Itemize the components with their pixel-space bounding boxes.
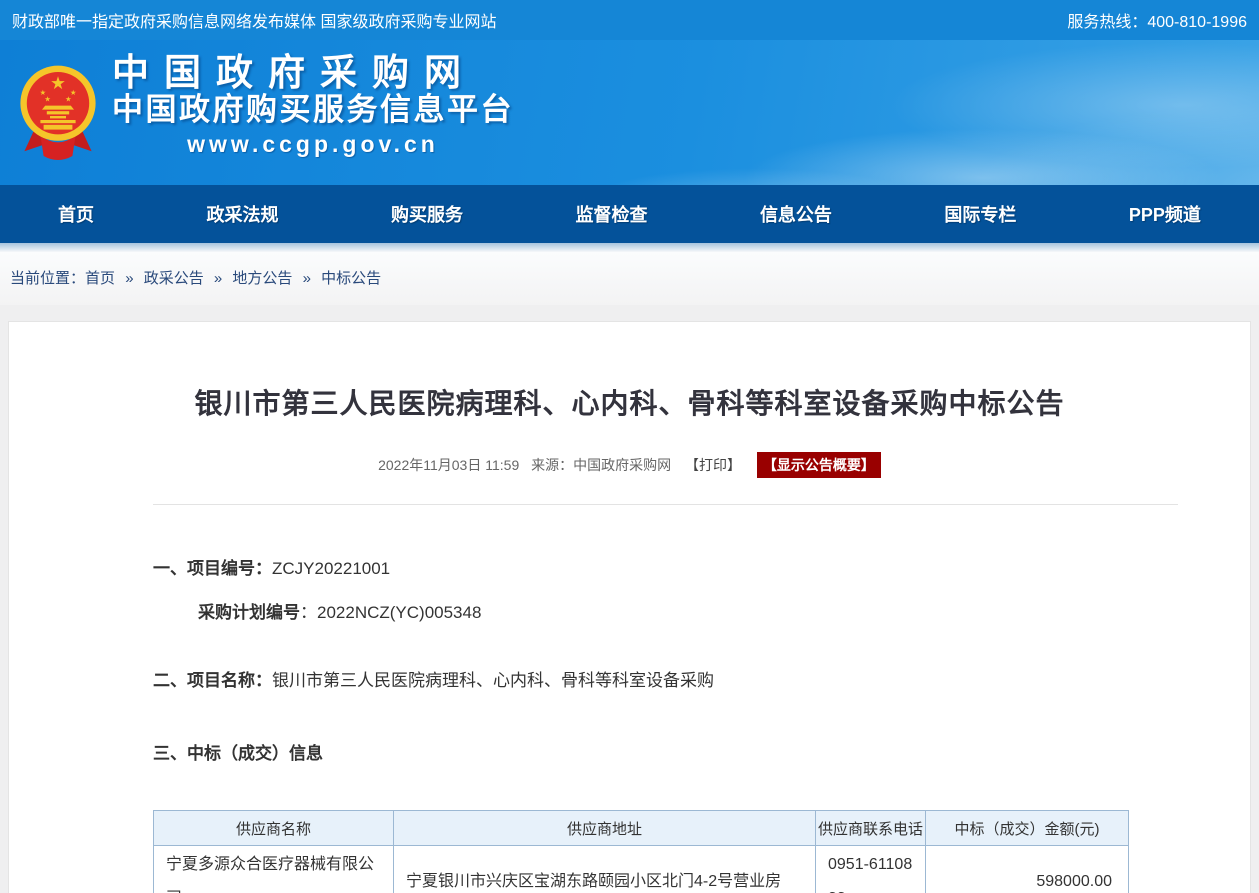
site-slogan: 财政部唯一指定政府采购信息网络发布媒体 国家级政府采购专业网站 [12,8,496,32]
article-panel: 银川市第三人民医院病理科、心内科、骨科等科室设备采购中标公告 2022年11月0… [8,321,1251,893]
header-supplier-name: 供应商名称 [154,811,394,846]
breadcrumb-label: 当前位置： [10,270,85,287]
article-title: 银川市第三人民医院病理科、心内科、骨科等科室设备采购中标公告 [69,382,1190,422]
svg-text:★: ★ [50,73,66,93]
nav-item-home[interactable]: 首页 [58,201,94,227]
award-table: 供应商名称 供应商地址 供应商联系电话 中标（成交）金额(元) 宁夏多源众合医疗… [153,810,1129,893]
header-supplier-phone: 供应商联系电话 [816,811,926,846]
section-project-name: 二、项目名称：银川市第三人民医院病理科、心内科、骨科等科室设备采购 [153,669,1250,693]
nav-item-announcements[interactable]: 信息公告 [760,201,832,227]
plan-number-label: 采购计划编号 [198,603,300,622]
national-emblem-icon: ★ ★ ★ ★ ★ [18,52,98,172]
svg-text:★: ★ [44,95,50,104]
cell-award-amount: 598000.00 [926,846,1129,893]
article-source: 来源：中国政府采购网 [531,457,671,473]
print-button[interactable]: 【打印】 [685,457,741,473]
show-summary-button[interactable]: 【显示公告概要】 [757,452,881,478]
header-award-amount: 中标（成交）金额(元) [926,811,1129,846]
meta-divider [153,504,1178,505]
nav-item-international[interactable]: 国际专栏 [944,201,1016,227]
page-background: 银川市第三人民医院病理科、心内科、骨科等科室设备采购中标公告 2022年11月0… [0,305,1259,893]
article-body: 一、项目编号：ZCJY20221001 采购计划编号：2022NCZ(YC)00… [153,557,1250,766]
project-name-value: 银川市第三人民医院病理科、心内科、骨科等科室设备采购 [272,671,714,690]
nav-item-ppp[interactable]: PPP频道 [1129,201,1201,227]
breadcrumb-local-notices[interactable]: 地方公告 [232,270,292,287]
project-name-label: 二、项目名称： [153,671,272,690]
publish-datetime: 2022年11月03日 11:59 [378,457,519,473]
site-name: 中国政府采购网 [112,52,514,93]
cell-supplier-name: 宁夏多源众合医疗器械有限公司 [154,846,394,893]
svg-text:★: ★ [65,95,71,104]
plan-number-value: ：2022NCZ(YC)005348 [300,603,481,622]
breadcrumb-procurement-notices[interactable]: 政采公告 [144,270,204,287]
site-logo[interactable]: ★ ★ ★ ★ ★ 中国政府采购网 中国政府购买服务信息平台 www.ccgp.… [18,52,514,172]
table-row: 宁夏多源众合医疗器械有限公司 宁夏银川市兴庆区宝湖东路颐园小区北门4-2号营业房… [154,846,1129,893]
service-hotline: 服务热线：400-810-1996 [1067,8,1247,32]
breadcrumb-home[interactable]: 首页 [85,270,115,287]
nav-bottom-gradient [0,243,1259,252]
article-meta: 2022年11月03日 11:59 来源：中国政府采购网 【打印】 【显示公告概… [9,452,1250,478]
cell-supplier-phone: 0951-6110833 [816,846,926,893]
breadcrumb: 当前位置：首页 » 政采公告 » 地方公告 » 中标公告 [0,252,1259,305]
award-table-header-row: 供应商名称 供应商地址 供应商联系电话 中标（成交）金额(元) [154,811,1129,846]
site-banner: ★ ★ ★ ★ ★ 中国政府采购网 中国政府购买服务信息平台 www.ccgp.… [0,40,1259,185]
site-url: www.ccgp.gov.cn [112,131,514,158]
nav-item-supervision[interactable]: 监督检查 [575,201,647,227]
breadcrumb-separator: » [214,270,222,287]
top-utility-bar: 财政部唯一指定政府采购信息网络发布媒体 国家级政府采购专业网站 服务热线：400… [0,0,1259,40]
nav-item-purchase-services[interactable]: 购买服务 [391,201,463,227]
logo-text-block: 中国政府采购网 中国政府购买服务信息平台 www.ccgp.gov.cn [112,52,514,158]
breadcrumb-separator: » [125,270,133,287]
nav-item-regulations[interactable]: 政采法规 [206,201,278,227]
project-number-label: 一、项目编号： [153,559,272,578]
section-project-number: 一、项目编号：ZCJY20221001 [153,557,1250,581]
main-nav: 首页 政采法规 购买服务 监督检查 信息公告 国际专栏 PPP频道 [0,185,1259,243]
header-supplier-address: 供应商地址 [394,811,816,846]
section-award-info-heading: 三、中标（成交）信息 [153,742,1250,766]
platform-name: 中国政府购买服务信息平台 [112,93,514,127]
section-plan-number: 采购计划编号：2022NCZ(YC)005348 [198,601,1250,625]
breadcrumb-award-notices[interactable]: 中标公告 [321,270,381,287]
breadcrumb-separator: » [303,270,311,287]
cell-supplier-address: 宁夏银川市兴庆区宝湖东路颐园小区北门4-2号营业房 [394,846,816,893]
project-number-value: ZCJY20221001 [272,559,390,578]
